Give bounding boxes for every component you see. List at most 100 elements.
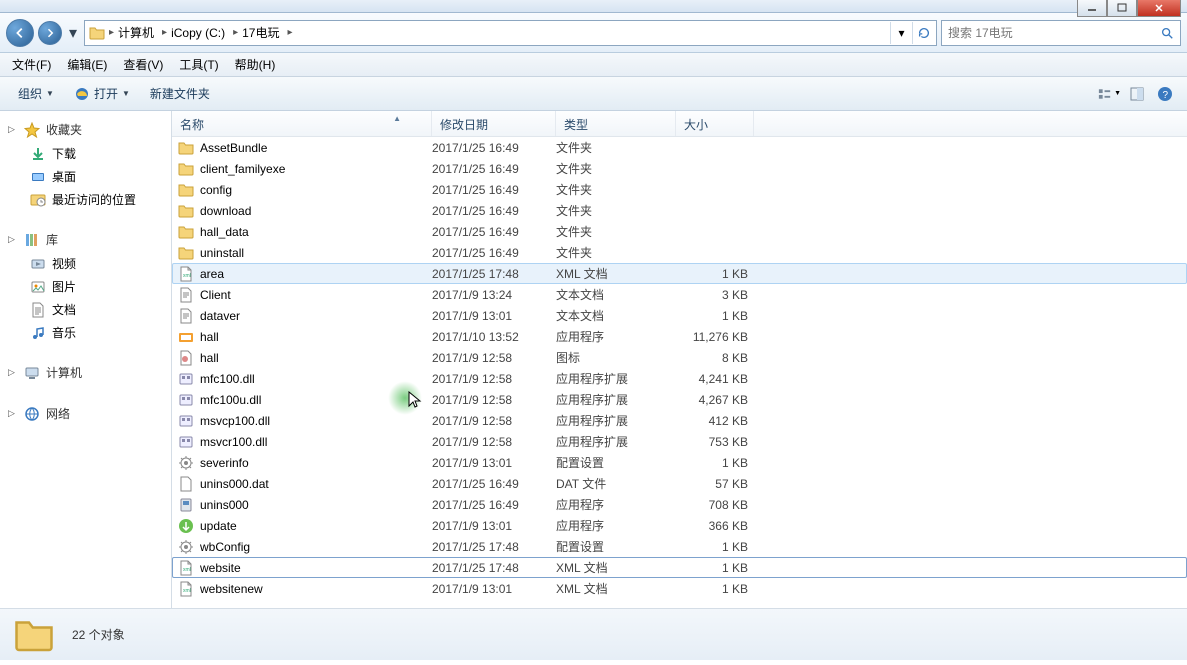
file-size: 1 KB (676, 267, 748, 281)
minimize-button[interactable] (1077, 0, 1107, 17)
table-row[interactable]: update2017/1/9 13:01应用程序366 KB (172, 515, 1187, 536)
sidebar-item-desktop[interactable]: 桌面 (0, 165, 171, 188)
table-row[interactable]: hall2017/1/9 12:58图标8 KB (172, 347, 1187, 368)
menu-file[interactable]: 文件(F) (4, 53, 59, 76)
network-icon (24, 406, 40, 422)
sidebar-item-downloads[interactable]: 下载 (0, 142, 171, 165)
file-date: 2017/1/9 12:58 (432, 372, 556, 386)
file-type: 应用程序扩展 (556, 433, 676, 450)
table-row[interactable]: client_familyexe2017/1/25 16:49文件夹 (172, 158, 1187, 179)
video-icon (30, 256, 46, 272)
file-date: 2017/1/9 12:58 (432, 393, 556, 407)
file-date: 2017/1/9 13:01 (432, 309, 556, 323)
newfolder-button[interactable]: 新建文件夹 (142, 81, 218, 106)
table-row[interactable]: unins0002017/1/25 16:49应用程序708 KB (172, 494, 1187, 515)
file-size: 3 KB (676, 288, 748, 302)
ie-icon (74, 86, 90, 102)
address-bar[interactable]: ▸计算机 ▸iCopy (C:) ▸17电玩 ▸ ▾ (84, 20, 937, 46)
file-type: XML 文档 (556, 580, 676, 597)
sidebar-computer[interactable]: ▷计算机 (0, 360, 171, 385)
file-type: 文件夹 (556, 202, 676, 219)
sidebar-item-videos[interactable]: 视频 (0, 252, 171, 275)
file-type: 文件夹 (556, 223, 676, 240)
file-date: 2017/1/25 17:48 (432, 561, 556, 575)
table-row[interactable]: msvcr100.dll2017/1/9 12:58应用程序扩展753 KB (172, 431, 1187, 452)
help-button[interactable] (1153, 82, 1177, 106)
table-row[interactable]: severinfo2017/1/9 13:01配置设置1 KB (172, 452, 1187, 473)
sidebar-network[interactable]: ▷网络 (0, 401, 171, 426)
txt-icon (178, 308, 194, 324)
file-type: 配置设置 (556, 454, 676, 471)
preview-pane-button[interactable] (1125, 82, 1149, 106)
folder-icon (89, 25, 105, 41)
file-date: 2017/1/9 13:01 (432, 456, 556, 470)
file-size: 4,241 KB (676, 372, 748, 386)
close-button[interactable] (1137, 0, 1181, 17)
file-size: 4,267 KB (676, 393, 748, 407)
table-row[interactable]: uninstall2017/1/25 16:49文件夹 (172, 242, 1187, 263)
menu-view[interactable]: 查看(V) (115, 53, 171, 76)
forward-button[interactable] (38, 21, 62, 45)
table-row[interactable]: hall_data2017/1/25 16:49文件夹 (172, 221, 1187, 242)
history-dropdown[interactable]: ▾ (66, 19, 80, 47)
file-type: 文件夹 (556, 244, 676, 261)
organize-button[interactable]: 组织▼ (10, 81, 62, 106)
file-type: 应用程序扩展 (556, 412, 676, 429)
maximize-button[interactable] (1107, 0, 1137, 17)
file-date: 2017/1/10 13:52 (432, 330, 556, 344)
table-row[interactable]: download2017/1/25 16:49文件夹 (172, 200, 1187, 221)
column-headers: 名称▲ 修改日期 类型 大小 (172, 111, 1187, 137)
breadcrumb[interactable]: iCopy (C:) (171, 26, 225, 40)
sidebar-item-pictures[interactable]: 图片 (0, 275, 171, 298)
file-type: XML 文档 (556, 265, 676, 282)
breadcrumb[interactable]: 17电玩 (242, 24, 279, 41)
table-row[interactable]: Client2017/1/9 13:24文本文档3 KB (172, 284, 1187, 305)
folder-icon (178, 224, 194, 240)
sidebar-libraries[interactable]: ▷库 (0, 227, 171, 252)
table-row[interactable]: website2017/1/25 17:48XML 文档1 KB (172, 557, 1187, 578)
sidebar-favorites[interactable]: ▷收藏夹 (0, 117, 171, 142)
address-dropdown[interactable]: ▾ (890, 22, 912, 44)
col-type[interactable]: 类型 (556, 111, 676, 136)
sidebar-item-music[interactable]: 音乐 (0, 321, 171, 344)
col-name[interactable]: 名称▲ (172, 111, 432, 136)
table-row[interactable]: dataver2017/1/9 13:01文本文档1 KB (172, 305, 1187, 326)
col-date[interactable]: 修改日期 (432, 111, 556, 136)
table-row[interactable]: wbConfig2017/1/25 17:48配置设置1 KB (172, 536, 1187, 557)
file-name: wbConfig (200, 540, 250, 554)
table-row[interactable]: AssetBundle2017/1/25 16:49文件夹 (172, 137, 1187, 158)
col-size[interactable]: 大小 (676, 111, 754, 136)
table-row[interactable]: area2017/1/25 17:48XML 文档1 KB (172, 263, 1187, 284)
search-icon (1160, 26, 1174, 40)
breadcrumb[interactable]: 计算机 (118, 24, 154, 41)
download-icon (30, 146, 46, 162)
menu-help[interactable]: 帮助(H) (227, 53, 284, 76)
file-list: 名称▲ 修改日期 类型 大小 AssetBundle2017/1/25 16:4… (172, 111, 1187, 608)
table-row[interactable]: msvcp100.dll2017/1/9 12:58应用程序扩展412 KB (172, 410, 1187, 431)
navbar: ▾ ▸计算机 ▸iCopy (C:) ▸17电玩 ▸ ▾ 搜索 17电玩 (0, 13, 1187, 53)
table-row[interactable]: websitenew2017/1/9 13:01XML 文档1 KB (172, 578, 1187, 599)
table-row[interactable]: unins000.dat2017/1/25 16:49DAT 文件57 KB (172, 473, 1187, 494)
view-mode-button[interactable]: ▼ (1097, 82, 1121, 106)
menu-tools[interactable]: 工具(T) (171, 53, 226, 76)
search-input[interactable]: 搜索 17电玩 (941, 20, 1181, 46)
file-name: config (200, 183, 232, 197)
table-row[interactable]: config2017/1/25 16:49文件夹 (172, 179, 1187, 200)
file-size: 708 KB (676, 498, 748, 512)
table-row[interactable]: hall2017/1/10 13:52应用程序11,276 KB (172, 326, 1187, 347)
refresh-button[interactable] (912, 22, 934, 44)
dll-icon (178, 413, 194, 429)
file-date: 2017/1/25 16:49 (432, 498, 556, 512)
file-name: dataver (200, 309, 240, 323)
cfg-icon (178, 455, 194, 471)
file-name: update (200, 519, 237, 533)
upd-icon (178, 518, 194, 534)
open-button[interactable]: 打开▼ (66, 81, 138, 106)
file-type: DAT 文件 (556, 475, 676, 492)
sidebar-item-recent[interactable]: 最近访问的位置 (0, 188, 171, 211)
table-row[interactable]: mfc100u.dll2017/1/9 12:58应用程序扩展4,267 KB (172, 389, 1187, 410)
back-button[interactable] (6, 19, 34, 47)
sidebar-item-documents[interactable]: 文档 (0, 298, 171, 321)
table-row[interactable]: mfc100.dll2017/1/9 12:58应用程序扩展4,241 KB (172, 368, 1187, 389)
menu-edit[interactable]: 编辑(E) (59, 53, 115, 76)
